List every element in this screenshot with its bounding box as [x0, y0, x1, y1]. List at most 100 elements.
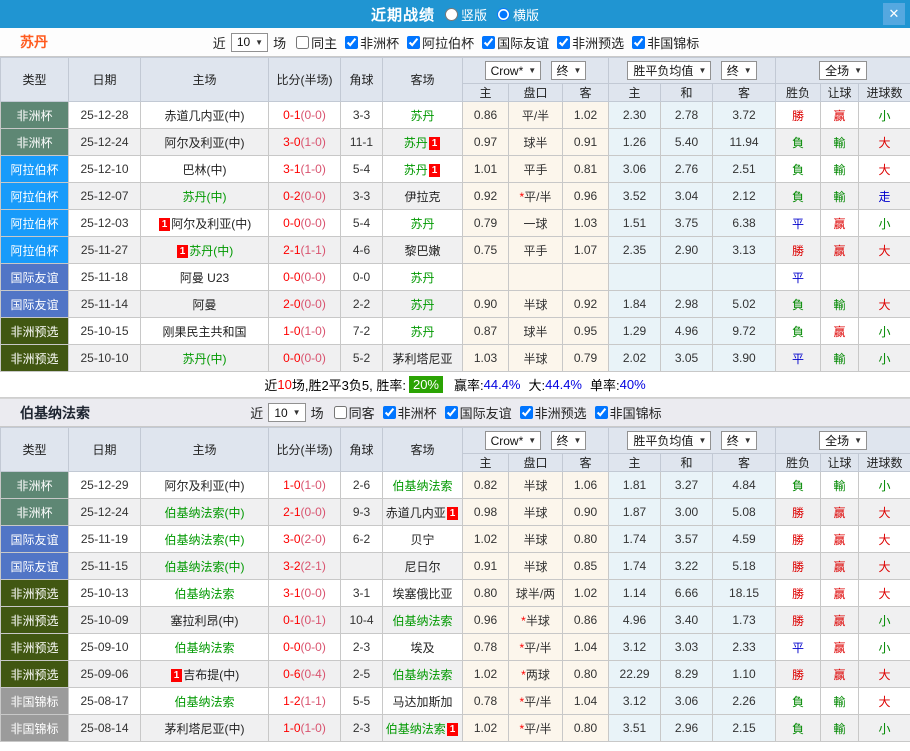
vertical-radio[interactable] [445, 8, 458, 21]
result-handicap [821, 264, 859, 291]
scope-select[interactable]: 全场▼ [819, 61, 867, 80]
comp-checkbox[interactable] [557, 36, 570, 49]
same-away-checkbox[interactable] [334, 406, 347, 419]
col-handicap: 盘口 [509, 84, 563, 102]
layout-radio-vertical[interactable]: 竖版 [445, 5, 487, 24]
chevron-down-icon: ▼ [744, 436, 752, 445]
match-score: 0-0(0-0) [269, 345, 341, 372]
asia-home-odds: 0.97 [463, 129, 509, 156]
match-date: 25-12-29 [69, 472, 141, 499]
away-team: 伯基纳法索 [383, 607, 463, 634]
match-count-select[interactable]: 10 ▼ [231, 33, 268, 52]
home-team: 伯基纳法索 [141, 580, 269, 607]
result-handicap: 輸 [821, 715, 859, 742]
team-label: 巴林(中) [183, 163, 227, 177]
same-home-checkbox[interactable] [296, 36, 309, 49]
competition-type: 阿拉伯杯 [1, 156, 69, 183]
comp-filter[interactable]: 非洲杯 [375, 403, 437, 422]
comp-filter[interactable]: 非国锦标 [624, 33, 699, 52]
europe-avg-select[interactable]: 胜平负均值▼ [627, 61, 711, 80]
match-count-select[interactable]: 10 ▼ [268, 403, 305, 422]
comp-checkbox[interactable] [520, 406, 533, 419]
away-team: 伯基纳法索 [383, 661, 463, 688]
comp-checkbox[interactable] [383, 406, 396, 419]
col-europe-home: 主 [609, 454, 661, 472]
europe-draw-odds: 3.75 [661, 210, 713, 237]
match-date: 25-10-10 [69, 345, 141, 372]
europe-away-odds: 4.84 [713, 472, 776, 499]
col-home: 主场 [141, 428, 269, 472]
home-team: 1苏丹(中) [141, 237, 269, 264]
comp-filter[interactable]: 非洲预选 [512, 403, 587, 422]
competition-type: 非洲预选 [1, 607, 69, 634]
home-team: 伯基纳法索(中) [141, 553, 269, 580]
asia-away-odds: 0.79 [563, 345, 609, 372]
result-goals: 小 [859, 472, 910, 499]
result-winloss: 勝 [776, 102, 821, 129]
horizontal-radio-label: 横版 [513, 5, 539, 24]
odds-stage-select[interactable]: 终▼ [551, 431, 587, 450]
match-score: 2-1(0-0) [269, 499, 341, 526]
odds-company-select[interactable]: Crow*▼ [485, 61, 542, 80]
competition-type: 非国锦标 [1, 688, 69, 715]
team-label: 阿尔及利亚(中) [165, 479, 245, 493]
match-date: 25-09-06 [69, 661, 141, 688]
result-winloss: 勝 [776, 499, 821, 526]
match-date: 25-09-10 [69, 634, 141, 661]
comp-filter[interactable]: 国际友谊 [437, 403, 512, 422]
away-team: 赤道几内亚1 [383, 499, 463, 526]
close-button[interactable]: ✕ [883, 3, 905, 25]
odds-company-select[interactable]: Crow*▼ [485, 431, 542, 450]
europe-home-odds: 2.30 [609, 102, 661, 129]
result-handicap: 輸 [821, 129, 859, 156]
corner-score: 5-4 [341, 210, 383, 237]
comp-filter[interactable]: 国际友谊 [474, 33, 549, 52]
comp-checkbox[interactable] [632, 36, 645, 49]
odds-stage-select[interactable]: 终▼ [551, 61, 587, 80]
comp-checkbox[interactable] [407, 36, 420, 49]
comp-checkbox[interactable] [445, 406, 458, 419]
match-row: 阿拉伯杯25-11-271苏丹(中)2-1(1-1)4-6黎巴嫩0.75平手1.… [1, 237, 910, 264]
comp-filter[interactable]: 非洲杯 [337, 33, 399, 52]
match-row: 非洲预选25-10-10苏丹(中)0-0(0-0)5-2茅利塔尼亚1.03半球0… [1, 345, 910, 372]
result-winloss: 負 [776, 318, 821, 345]
comp-checkbox[interactable] [482, 36, 495, 49]
home-team: 伯基纳法索(中) [141, 526, 269, 553]
match-row: 非国锦标25-08-14茅利塔尼亚(中)1-0(1-0)2-3伯基纳法索11.0… [1, 715, 910, 742]
vertical-radio-label: 竖版 [461, 5, 487, 24]
result-winloss: 平 [776, 634, 821, 661]
comp-checkbox[interactable] [345, 36, 358, 49]
europe-avg-select[interactable]: 胜平负均值▼ [627, 431, 711, 450]
red-card-badge: 1 [159, 218, 171, 231]
asia-away-odds: 0.96 [563, 183, 609, 210]
asia-home-odds: 0.78 [463, 688, 509, 715]
team-label: 茅利塔尼亚 [392, 352, 452, 366]
asia-handicap: *平/半 [509, 688, 563, 715]
asia-handicap [509, 264, 563, 291]
result-header: 全场▼ [776, 428, 910, 454]
col-away: 客场 [383, 58, 463, 102]
team-label: 伯基纳法索 [174, 695, 234, 709]
comp-filter[interactable]: 阿拉伯杯 [399, 33, 474, 52]
asia-away-odds: 0.86 [563, 607, 609, 634]
europe-stage-select[interactable]: 终▼ [721, 431, 757, 450]
match-row: 非洲预选25-10-09塞拉利昂(中)0-1(0-1)10-4伯基纳法索0.96… [1, 607, 910, 634]
comp-filter[interactable]: 非国锦标 [587, 403, 662, 422]
layout-radio-horizontal[interactable]: 横版 [497, 5, 539, 24]
win-rate-badge: 20% [409, 376, 443, 393]
horizontal-radio[interactable] [497, 8, 510, 21]
competition-type: 国际友谊 [1, 264, 69, 291]
scope-select[interactable]: 全场▼ [819, 431, 867, 450]
team-label: 苏丹 [410, 109, 434, 123]
comp-filter[interactable]: 非洲预选 [549, 33, 624, 52]
col-goals: 进球数 [859, 454, 910, 472]
corner-score: 5-4 [341, 156, 383, 183]
europe-home-odds: 1.51 [609, 210, 661, 237]
comp-checkbox[interactable] [595, 406, 608, 419]
competition-type: 非洲预选 [1, 580, 69, 607]
europe-stage-select[interactable]: 终▼ [721, 61, 757, 80]
europe-draw-odds [661, 264, 713, 291]
matches-label: 场 [311, 403, 324, 422]
home-team: 伯基纳法索 [141, 688, 269, 715]
europe-home-odds: 1.29 [609, 318, 661, 345]
